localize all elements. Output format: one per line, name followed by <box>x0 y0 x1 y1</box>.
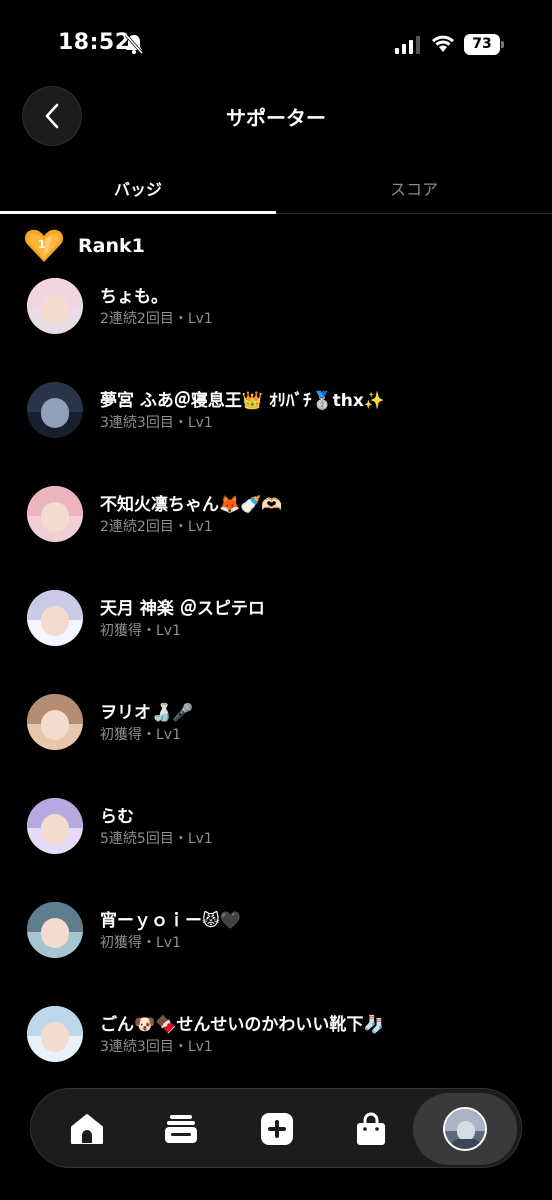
signal-icon <box>395 36 420 54</box>
avatar <box>27 1006 83 1062</box>
avatar <box>27 590 83 646</box>
status-bar: 18:52 73 <box>0 0 552 90</box>
supporter-name: 天月 神楽 ＠スピテロ <box>100 599 265 619</box>
nav-profile[interactable] <box>425 1089 505 1169</box>
supporter-badge-info: 初獲得・Lv1 <box>100 623 181 639</box>
list-item[interactable]: 夢宮 ふあ＠寝息王👑 ｵﾘﾊﾞﾁ🥈thx✨ 3連続3回目・Lv1 <box>0 382 552 452</box>
rank-section-header: 1 Rank1 <box>24 228 145 264</box>
svg-text:1: 1 <box>38 238 46 251</box>
wifi-icon <box>432 35 454 52</box>
avatar <box>27 486 83 542</box>
avatar <box>27 902 83 958</box>
page-title: サポーター <box>226 106 326 130</box>
heart-badge-icon: 1 <box>24 229 64 262</box>
list-item[interactable]: らむ 5連続5回目・Lv1 <box>0 798 552 868</box>
supporter-badge-info: 初獲得・Lv1 <box>100 727 181 743</box>
supporter-name: ちょも。 <box>100 287 168 307</box>
nav-home[interactable] <box>47 1089 127 1169</box>
avatar <box>27 694 83 750</box>
supporter-badge-info: 初獲得・Lv1 <box>100 935 181 951</box>
profile-avatar <box>443 1107 487 1151</box>
avatar <box>27 278 83 334</box>
bell-muted-icon <box>124 34 144 54</box>
supporter-name: 不知火凛ちゃん🦊🍼🫶🏻 <box>100 495 283 515</box>
supporter-name: 宵ーｙｏｉー😾🖤 <box>100 911 241 931</box>
supporter-badge-info: 2連続2回目・Lv1 <box>100 519 213 535</box>
tab-score[interactable]: スコア <box>276 176 552 200</box>
avatar <box>27 382 83 438</box>
battery-indicator: 73 <box>464 34 504 55</box>
status-time: 18:52 <box>58 30 131 55</box>
list-item[interactable]: ヲリオ🍶🎤 初獲得・Lv1 <box>0 694 552 764</box>
feed-icon <box>165 1115 197 1143</box>
supporter-badge-info: 3連続3回目・Lv1 <box>100 415 213 431</box>
add-icon <box>261 1113 293 1145</box>
rank-label: Rank1 <box>78 235 145 257</box>
supporter-name: らむ <box>100 807 134 827</box>
battery-tip <box>501 41 504 48</box>
nav-shop[interactable] <box>331 1089 411 1169</box>
supporter-name: 夢宮 ふあ＠寝息王👑 ｵﾘﾊﾞﾁ🥈thx✨ <box>100 391 386 411</box>
screen: 18:52 73 サポーター バッジ スコア 1 Rank1 ちょも。 2連続2… <box>0 0 552 1200</box>
battery-level: 73 <box>464 34 500 55</box>
supporter-name: ヲリオ🍶🎤 <box>100 703 194 723</box>
supporter-badge-info: 3連続3回目・Lv1 <box>100 1039 213 1055</box>
active-tab-indicator <box>0 211 276 214</box>
list-item[interactable]: ごん🐶🍫せんせいのかわいい靴下🧦 3連続3回目・Lv1 <box>0 1006 552 1076</box>
supporter-badge-info: 2連続2回目・Lv1 <box>100 311 213 327</box>
shop-icon <box>357 1112 385 1145</box>
list-item[interactable]: 不知火凛ちゃん🦊🍼🫶🏻 2連続2回目・Lv1 <box>0 486 552 556</box>
list-item[interactable]: ちょも。 2連続2回目・Lv1 <box>0 278 552 348</box>
bottom-navigation <box>30 1088 522 1168</box>
tab-bar: バッジ スコア <box>0 160 552 214</box>
home-icon <box>71 1114 103 1144</box>
nav-add[interactable] <box>237 1089 317 1169</box>
supporter-name: ごん🐶🍫せんせいのかわいい靴下🧦 <box>100 1015 385 1035</box>
list-item[interactable]: 宵ーｙｏｉー😾🖤 初獲得・Lv1 <box>0 902 552 972</box>
avatar <box>27 798 83 854</box>
supporter-badge-info: 5連続5回目・Lv1 <box>100 831 213 847</box>
nav-feed[interactable] <box>141 1089 221 1169</box>
tab-badge[interactable]: バッジ <box>0 176 276 200</box>
list-item[interactable]: 天月 神楽 ＠スピテロ 初獲得・Lv1 <box>0 590 552 660</box>
